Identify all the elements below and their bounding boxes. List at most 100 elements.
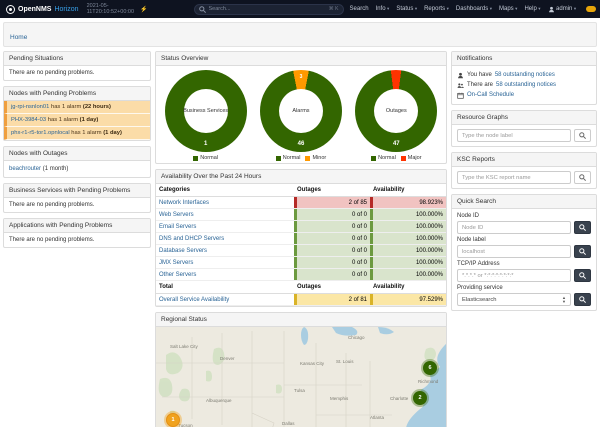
caret-down-icon: ▾ [387,6,389,12]
breadcrumb: Home [3,22,597,47]
outages-cell: 0 of 0 [294,209,370,220]
nav-menu: Search Info▾ Status▾ Reports▾ Dashboards… [350,6,600,13]
category-link[interactable]: Network Interfaces [159,200,209,206]
brand[interactable]: OpenNMS Horizon [6,5,79,14]
category-link[interactable]: Email Servers [159,224,196,230]
service-search-button[interactable] [574,293,591,306]
nav-item-help[interactable]: Help▾ [524,6,540,12]
nav-item-reports[interactable]: Reports▾ [424,6,449,12]
ksc-reports-panel: KSC Reports [451,152,597,189]
ip-address-input[interactable] [457,269,571,282]
availability-row: DNS and DHCP Servers 0 of 0 100.000% [156,233,446,245]
nav-item-dashboards[interactable]: Dashboards▾ [456,6,492,12]
category-link[interactable]: Database Servers [159,248,207,254]
availability-total-header-row: Total Outages Availability [156,281,446,294]
outstanding-notices-link[interactable]: 58 outstanding notices [495,72,555,78]
nav-item-status[interactable]: Status▾ [396,6,417,12]
node-link[interactable]: PHX-3984-03 [11,117,46,123]
all-outstanding-notices-link[interactable]: 58 outstanding notices [496,82,556,88]
availability-cell: 100.000% [370,245,446,256]
notice-badge-yellow[interactable] [586,6,596,12]
outages-cell: 0 of 0 [294,245,370,256]
search-icon [579,224,586,231]
donut-label: Business Services [165,70,247,152]
node-link[interactable]: jg-rpi-nsnlon01 [11,104,49,110]
caret-down-icon: ▾ [447,6,449,12]
global-search[interactable]: ⌘ K [194,4,344,15]
business-services-donut-chart[interactable]: Business Services 1 [165,70,247,152]
availability-cell: 100.000% [370,221,446,232]
donut-total: 46 [260,141,342,147]
svg-text:Tucson: Tucson [178,423,193,427]
category-link[interactable]: JMX Servers [159,260,193,266]
providing-service-select[interactable]: Elasticsearch ▲▼ [457,293,571,306]
resource-graphs-search-button[interactable] [574,129,591,142]
nav-item-maps[interactable]: Maps▾ [499,6,517,12]
svg-text:Albuquerque: Albuquerque [206,398,232,403]
map-cluster-marker-minor[interactable]: 1 [166,413,180,427]
node-link[interactable]: phx-r1-r5-tor1.opnlocal [11,130,70,136]
nodes-pending-problems-panel: Nodes with Pending Problems jg-rpi-nsnlo… [3,86,151,141]
category-link[interactable]: Other Servers [159,272,196,278]
availability-row: Web Servers 0 of 0 100.000% [156,209,446,221]
ip-search-button[interactable] [574,269,591,282]
regional-status-panel: Regional Status [155,312,447,427]
global-search-input[interactable] [209,6,326,12]
donut-total: 47 [355,141,437,147]
nav-item-search[interactable]: Search [350,6,369,12]
availability-cell: 100.000% [370,233,446,244]
availability-table: Categories Outages Availability Network … [156,184,446,306]
availability-row: Email Servers 0 of 0 100.000% [156,221,446,233]
resource-graphs-node-input[interactable] [457,129,571,142]
outages-cell: 2 of 85 [294,197,370,208]
category-link[interactable]: Web Servers [159,212,194,218]
ksc-report-name-input[interactable] [457,171,571,184]
nav-item-info[interactable]: Info▾ [376,6,390,12]
server-timestamp: 2021-05-11T20:10:52+00:00 [87,3,134,15]
alarms-donut-chart[interactable]: 3 Alarms 46 [260,70,342,152]
notice-status-icon[interactable]: ⚡ [140,6,147,13]
outages-cell: 0 of 0 [294,221,370,232]
node-link[interactable]: beachrouter [9,166,41,172]
node-label-input[interactable] [457,245,571,258]
breadcrumb-home-link[interactable]: Home [10,34,27,41]
business-services-donut-box: Business Services 1 Normal [160,70,252,161]
node-problem-row[interactable]: PHX-3984-03 has 1 alarm (1 day) [4,114,150,127]
node-label-search-button[interactable] [574,245,591,258]
panel-title: Nodes with Pending Problems [4,87,150,101]
map-cluster-marker-normal[interactable]: 6 [423,361,437,375]
node-problem-row[interactable]: jg-rpi-nsnlon01 has 1 alarm (22 hours) [4,101,150,114]
availability-row: Database Servers 0 of 0 100.000% [156,245,446,257]
ksc-search-button[interactable] [574,171,591,184]
caret-down-icon: ▾ [515,6,517,12]
search-shortcut-hint: ⌘ K [329,6,339,12]
empty-message: There are no pending problems. [4,233,150,247]
panel-title: Regional Status [156,313,446,327]
node-id-search-button[interactable] [574,221,591,234]
opennms-logo-icon [6,5,15,14]
panel-title: Nodes with Outages [4,147,150,161]
caret-down-icon: ▾ [490,6,492,12]
svg-text:Memphis: Memphis [330,396,349,401]
empty-message: There are no pending problems. [4,66,150,80]
node-id-input[interactable] [457,221,571,234]
category-link[interactable]: Overall Service Availability [159,297,229,303]
availability-row: Network Interfaces 2 of 85 98.923% [156,197,446,209]
availability-cell: 100.000% [370,269,446,280]
select-arrows-icon: ▲▼ [562,296,566,304]
map-cluster-marker-normal[interactable]: 2 [413,391,427,405]
user-menu[interactable]: admin▾ [548,6,577,13]
search-icon [199,6,206,13]
regional-status-map[interactable]: Salt Lake CityDenverAlbuquerqueTucsonCiu… [156,327,446,427]
on-call-schedule-link[interactable]: On-Call Schedule [467,92,514,98]
category-link[interactable]: DNS and DHCP Servers [159,236,224,242]
outages-cell: 2 of 81 [294,294,370,305]
outages-donut-chart[interactable]: Outages 47 [355,70,437,152]
availability-total-row: Overall Service Availability 2 of 81 97.… [156,294,446,306]
user-icon [548,6,555,13]
node-problem-row[interactable]: phx-r1-r5-tor1.opnlocal has 1 alarm (1 d… [4,127,150,140]
search-icon [579,272,586,279]
brand-edition: Horizon [54,6,78,13]
business-services-panel: Business Services with Pending Problems … [3,183,151,213]
outage-node-row: beachrouter (1 month) [9,165,145,173]
